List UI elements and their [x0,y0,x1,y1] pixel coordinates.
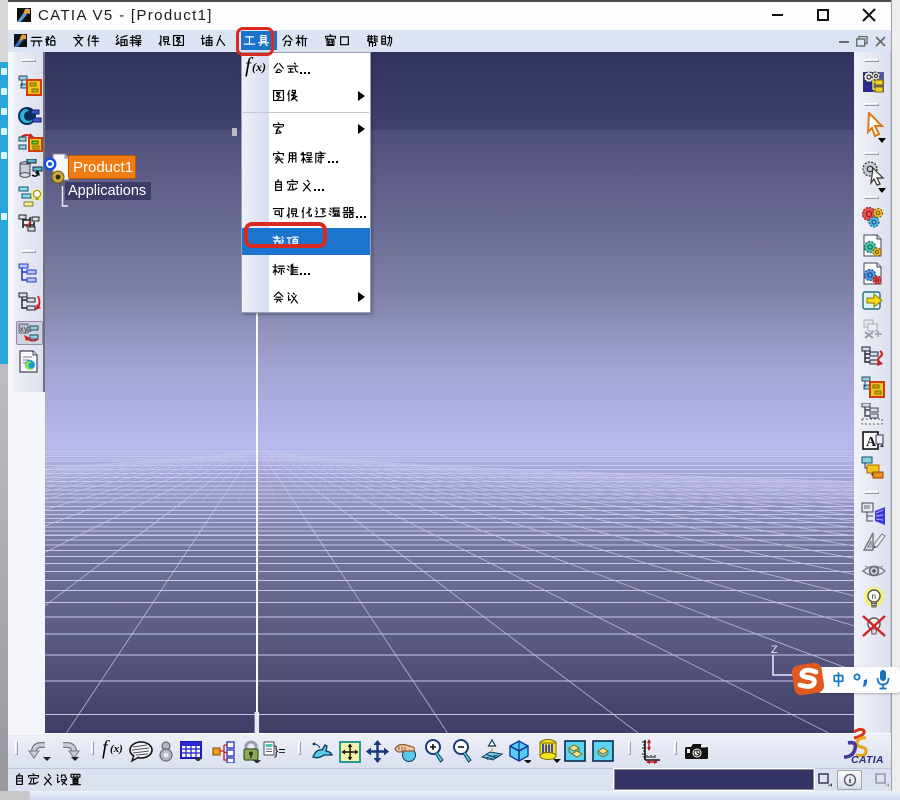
svg-text:n: n [872,592,876,601]
svg-text:A: A [866,435,877,450]
svg-text:Z: Z [771,644,778,656]
svg-text:CATIA: CATIA [851,754,884,766]
svg-text:}=: }= [274,743,285,758]
